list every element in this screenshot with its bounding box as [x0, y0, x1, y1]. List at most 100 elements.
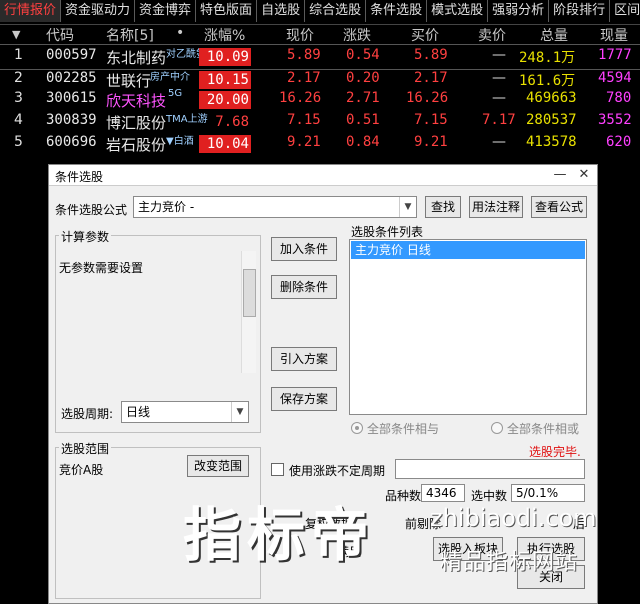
change-pct-badge: 20.00 — [199, 91, 251, 109]
change-pct-badge: 10.09 — [199, 48, 251, 66]
watermark-subtitle: 精品指标网站 — [440, 550, 579, 575]
volume: 469663 — [526, 90, 577, 106]
chevron-down-icon[interactable]: ▼ — [231, 402, 248, 422]
volume: 413578 — [526, 134, 577, 150]
list-item[interactable]: 主力竞价 日线 — [351, 241, 585, 259]
stock-name: 岩石股份 — [106, 136, 167, 154]
radio-or[interactable] — [491, 422, 503, 434]
col-dot: • — [176, 25, 185, 41]
change: 0.54 — [346, 47, 380, 63]
radio-and-label: 全部条件相与 — [367, 422, 440, 436]
condition-list-title: 选股条件列表 — [351, 225, 424, 239]
row-index: 5 — [14, 134, 23, 150]
tab-quote[interactable]: 行情报价 — [0, 0, 62, 22]
tab-strength[interactable]: 强弱分析 — [488, 0, 550, 22]
col-current-vol[interactable]: 现量 — [600, 25, 628, 45]
current-volume: 1777 — [598, 47, 632, 63]
tab-fund-drive[interactable]: 资金驱动力 — [61, 0, 136, 22]
concept-tag: 5G — [168, 88, 183, 99]
col-name[interactable]: 名称[5] — [106, 25, 154, 45]
delete-condition-button[interactable]: 删除条件 — [271, 275, 337, 299]
price: 7.15 — [287, 112, 321, 128]
concept-tag: 房产中介 — [150, 72, 190, 83]
radio-and[interactable] — [351, 422, 363, 434]
close-icon[interactable]: ✕ — [573, 165, 595, 185]
table-row[interactable]: 4 300839 博汇股份 TMA上游 7.68 7.15 0.51 7.15 … — [0, 110, 640, 134]
ask-price: — — [492, 47, 506, 63]
current-volume: 620 — [606, 134, 632, 150]
usage-button[interactable]: 用法注释 — [469, 196, 523, 218]
bid-price: 2.17 — [414, 70, 448, 86]
change: 0.20 — [346, 70, 380, 86]
col-price[interactable]: 现价 — [286, 25, 314, 45]
uncertain-period-checkbox[interactable] — [271, 463, 284, 476]
current-volume: 3552 — [598, 112, 632, 128]
tab-ranking[interactable]: 阶段排行 — [549, 0, 611, 22]
col-change-pct[interactable]: 涨幅% — [204, 25, 245, 45]
ask-price: — — [492, 90, 506, 106]
col-bid[interactable]: 买价 — [411, 25, 439, 45]
tab-interval[interactable]: 区间 — [610, 0, 640, 22]
dialog-titlebar[interactable]: 条件选股 — ✕ — [49, 165, 597, 186]
params-scrollbar[interactable] — [241, 251, 256, 373]
add-condition-button[interactable]: 加入条件 — [271, 237, 337, 261]
sort-arrow-icon[interactable]: ▼ — [12, 28, 20, 41]
row-index: 2 — [14, 70, 23, 86]
tab-condition[interactable]: 条件选股 — [366, 0, 428, 22]
stock-name: 东北制药 — [106, 49, 167, 67]
volume: 161.6万 — [519, 73, 576, 89]
change: 0.51 — [346, 112, 380, 128]
uncertain-period-input[interactable] — [395, 459, 585, 479]
find-button[interactable]: 查找 — [425, 196, 461, 218]
stock-code: 300839 — [46, 112, 97, 128]
scroll-thumb[interactable] — [243, 269, 256, 317]
change-pct-badge: 10.15 — [199, 71, 251, 89]
params-text: 无参数需要设置 — [59, 261, 144, 275]
price: 5.89 — [287, 47, 321, 63]
chevron-down-icon[interactable]: ▼ — [399, 197, 416, 217]
col-ask[interactable]: 卖价 — [478, 25, 506, 45]
tab-pattern[interactable]: 模式选股 — [427, 0, 489, 22]
period-select[interactable]: 日线 ▼ — [121, 401, 249, 423]
change: 0.84 — [346, 134, 380, 150]
save-scheme-button[interactable]: 保存方案 — [271, 387, 337, 411]
period-value: 日线 — [126, 405, 151, 419]
bid-price: 16.26 — [406, 90, 449, 106]
tab-fund-game[interactable]: 资金博弈 — [135, 0, 197, 22]
ask-price: — — [492, 70, 506, 86]
stock-code: 300615 — [46, 90, 97, 106]
row-index: 1 — [14, 47, 23, 63]
table-row[interactable]: 5 600696 岩石股份 ▼白酒 10.04 9.21 0.84 9.21 —… — [0, 132, 640, 156]
top-tab-bar: 行情报价 资金驱动力 资金博弈 特色版面 自选股 综合选股 条件选股 模式选股 … — [0, 0, 640, 25]
status-text: 选股完毕. — [529, 445, 581, 459]
quote-table-header: ▼ 代码 名称[5] • 涨幅% 现价 涨跌 买价 卖价 总量 现量 — [0, 24, 640, 44]
change-range-button[interactable]: 改变范围 — [187, 455, 249, 477]
dialog-title: 条件选股 — [55, 170, 104, 184]
current-volume: 780 — [606, 90, 632, 106]
radio-or-label: 全部条件相或 — [507, 422, 580, 436]
bid-price: 9.21 — [414, 134, 448, 150]
watermark-logo: 指标帝 — [183, 501, 376, 569]
col-volume[interactable]: 总量 — [540, 25, 568, 45]
formula-select[interactable]: 主力竞价 - ▼ — [133, 196, 417, 218]
tab-composite[interactable]: 综合选股 — [305, 0, 367, 22]
import-scheme-button[interactable]: 引入方案 — [271, 347, 337, 371]
tab-feature[interactable]: 特色版面 — [196, 0, 258, 22]
view-formula-button[interactable]: 查看公式 — [531, 196, 587, 218]
bid-price: 5.89 — [414, 47, 448, 63]
count-label: 品种数 — [385, 489, 422, 503]
minimize-icon[interactable]: — — [549, 165, 571, 185]
condition-list[interactable]: 主力竞价 日线 — [349, 239, 587, 415]
table-row[interactable]: 1 000597 东北制药 对乙酰氨基酚 10.09 5.89 0.54 5.8… — [0, 44, 640, 70]
stock-name: 博汇股份 — [106, 114, 167, 132]
count-value-box: 4346 — [421, 484, 465, 502]
change: 2.71 — [346, 90, 380, 106]
change-pct-badge: 10.04 — [199, 135, 251, 153]
change-pct-badge: 7.68 — [215, 114, 249, 130]
tab-watchlist[interactable]: 自选股 — [257, 0, 306, 22]
price: 16.26 — [279, 90, 322, 106]
col-code[interactable]: 代码 — [46, 25, 74, 45]
table-row[interactable]: 3 300615 欣天科技 5G 20.00 16.26 2.71 16.26 … — [0, 88, 640, 112]
formula-label: 条件选股公式 — [55, 203, 128, 217]
col-change[interactable]: 涨跌 — [343, 25, 371, 45]
